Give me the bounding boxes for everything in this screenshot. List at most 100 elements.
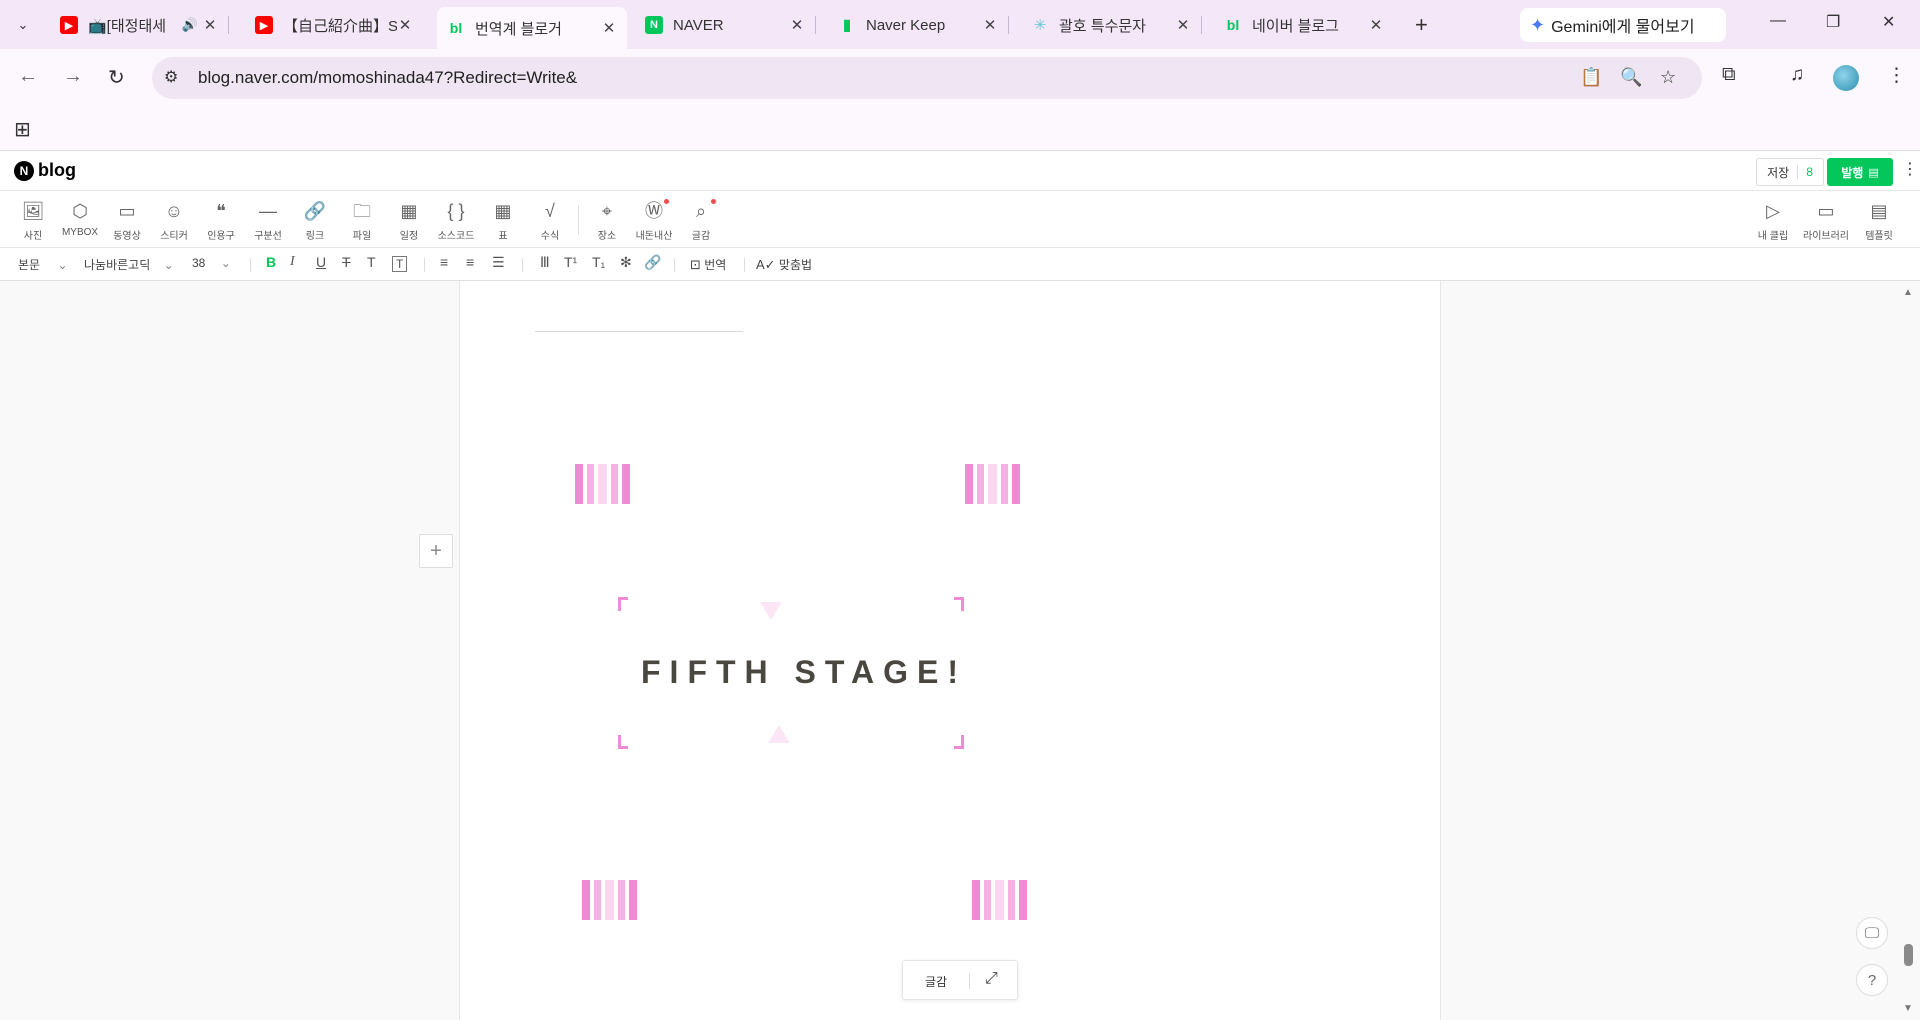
insert-formula-button[interactable]: √ 수식 (525, 199, 575, 242)
youtube-icon: ▶ (255, 16, 273, 34)
stage-title-text[interactable]: FIFTH STAGE! (641, 654, 967, 691)
tab-naver-keep[interactable]: ▮ Naver Keep ✕ (828, 8, 1009, 42)
save-count[interactable]: 8 (1797, 165, 1813, 179)
gemini-button[interactable]: ✦ Gemini에게 물어보기 (1520, 8, 1726, 42)
my-clip-button[interactable]: ▷ 내 클립 (1748, 199, 1798, 242)
zoom-icon[interactable]: 🔍 (1620, 67, 1642, 88)
insert-table-button[interactable]: ▦ 표 (478, 199, 528, 242)
insert-file-button[interactable]: 🗀 파일 (337, 199, 387, 242)
up-triangle-decoration (768, 725, 790, 743)
file-icon: 🗀 (353, 201, 371, 221)
tab-search-chevron-icon[interactable]: ⌄ (10, 12, 36, 38)
translate-button[interactable]: ⊡ 번역 (690, 256, 726, 273)
purchase-icon: Ⓦ (645, 201, 663, 221)
subscript-icon[interactable]: T₁ (592, 254, 605, 270)
insert-photo-button[interactable]: 🖼 사진 (8, 199, 58, 242)
bookmark-star-icon[interactable]: ☆ (1660, 67, 1676, 88)
superscript-icon[interactable]: T¹ (564, 254, 577, 270)
paragraph-style-select[interactable]: 본문 ⌄ (18, 256, 68, 273)
tab-naver-blog[interactable]: bl 네이버 블로그 ✕ (1214, 8, 1394, 42)
reload-icon[interactable]: ↻ (108, 65, 125, 90)
barcode-decoration (582, 880, 641, 920)
address-bar[interactable]: ⚙ blog.naver.com/momoshinada47?Redirect=… (152, 57, 1702, 99)
url-text[interactable]: blog.naver.com/momoshinada47?Redirect=Wr… (198, 68, 577, 88)
insert-mybox-button[interactable]: ⬡ MYBOX (55, 199, 105, 238)
insert-link-button[interactable]: 🔗 링크 (290, 199, 340, 242)
insert-place-button[interactable]: ⌖ 장소 (582, 199, 632, 242)
special-char-icon[interactable]: ✻ (620, 254, 632, 271)
insert-purchase-button[interactable]: Ⓦ 내돈내산 (629, 199, 679, 242)
scrollbar-thumb[interactable] (1904, 944, 1913, 966)
close-window-icon[interactable]: ✕ (1882, 12, 1895, 32)
special-char-icon: ✳ (1033, 17, 1047, 34)
tab-youtube-2[interactable]: ▶ 【自己紹介曲】SI ✕ (245, 8, 423, 42)
insert-divider-button[interactable]: — 구분선 (243, 199, 293, 242)
new-tab-plus-icon[interactable]: + (1415, 12, 1428, 38)
barcode-decoration (575, 464, 634, 504)
down-triangle-decoration (760, 602, 782, 620)
tab-naver-blog-write[interactable]: bl 번역계 블로거 ✕ (437, 7, 627, 49)
strikethrough-icon[interactable]: T (342, 254, 351, 270)
help-question-icon[interactable]: ? (1856, 964, 1888, 996)
font-size-select[interactable]: 38 ⌄ (192, 256, 231, 270)
clipboard-icon[interactable]: 📋 (1580, 67, 1602, 88)
letter-spacing-icon[interactable]: Ⅲ (540, 254, 550, 271)
bold-icon[interactable]: B (266, 254, 276, 270)
forward-arrow-icon[interactable]: → (63, 65, 83, 88)
naver-blog-logo[interactable]: N blog (14, 160, 76, 181)
scroll-up-arrow-icon[interactable]: ▲ (1903, 287, 1913, 298)
apps-grid-icon[interactable]: ⊞ (14, 117, 31, 142)
background-color-icon[interactable]: T (392, 256, 408, 272)
insert-video-button[interactable]: ▭ 동영상 (102, 199, 152, 242)
link-icon[interactable]: 🔗 (644, 254, 661, 271)
font-family-select[interactable]: 나눔바른고딕 ⌄ (84, 256, 174, 273)
more-options-icon[interactable]: ⋮ (1902, 159, 1918, 179)
site-settings-icon[interactable]: ⚙ (164, 67, 178, 87)
tab-close-icon[interactable]: ✕ (202, 16, 218, 34)
pc-preview-monitor-icon[interactable]: 🖵 (1856, 917, 1888, 949)
align-left-icon[interactable]: ≡ (440, 254, 448, 270)
editor-canvas (0, 281, 1920, 1020)
tab-close-icon[interactable]: ✕ (397, 16, 413, 34)
bookmarks-bar: ⊞ (0, 107, 1920, 151)
tab-close-icon[interactable]: ✕ (982, 16, 998, 34)
line-spacing-icon[interactable]: ≡ (466, 254, 474, 270)
media-control-icon[interactable]: ♫ (1790, 64, 1804, 86)
library-icon: ▭ (1817, 201, 1835, 221)
tab-special-chars[interactable]: ✳ 괄호 특수문자 ✕ (1021, 8, 1202, 42)
tab-close-icon[interactable]: ✕ (1175, 16, 1191, 34)
insert-material-button[interactable]: ⌕ 글감 (676, 199, 726, 242)
publish-button[interactable]: 발행 ▤ (1827, 158, 1893, 186)
template-button[interactable]: ▤ 템플릿 (1854, 199, 1904, 242)
naver-icon: N (645, 16, 663, 34)
audio-icon[interactable]: 🔊 (178, 17, 202, 33)
extensions-puzzle-icon[interactable]: ⧉ (1722, 64, 1736, 86)
tab-close-icon[interactable]: ✕ (1368, 16, 1384, 34)
back-arrow-icon[interactable]: ← (18, 65, 38, 88)
chevron-down-icon: ⌄ (220, 256, 231, 270)
tab-close-icon[interactable]: ✕ (601, 19, 617, 37)
save-button[interactable]: 저장 8 (1756, 158, 1824, 186)
list-icon[interactable]: ☰ (492, 254, 505, 271)
tab-naver[interactable]: N NAVER ✕ (635, 8, 816, 42)
font-color-icon[interactable]: T (367, 254, 376, 270)
underline-icon[interactable]: U (316, 254, 326, 270)
browser-menu-icon[interactable]: ⋮ (1887, 64, 1906, 87)
tab-youtube-1[interactable]: ▶ 📺[태정태세 🔊 ✕ (50, 8, 229, 42)
minimize-icon[interactable]: — (1770, 12, 1786, 30)
expand-icon[interactable]: ⤢ (985, 970, 998, 988)
profile-avatar[interactable] (1833, 65, 1859, 91)
tab-close-icon[interactable]: ✕ (789, 16, 805, 34)
spellcheck-button[interactable]: A✓ 맞춤법 (756, 256, 812, 273)
insert-quote-button[interactable]: ❝ 인용구 (196, 199, 246, 242)
material-button[interactable]: 글감 (925, 973, 947, 990)
library-button[interactable]: ▭ 라이브러리 (1801, 199, 1851, 242)
insert-calendar-button[interactable]: ▦ 일정 (384, 199, 434, 242)
barcode-decoration (972, 880, 1031, 920)
add-component-plus-button[interactable]: + (419, 534, 453, 568)
insert-sticker-button[interactable]: ☺ 스티커 (149, 199, 199, 242)
scroll-down-arrow-icon[interactable]: ▼ (1903, 1003, 1913, 1014)
insert-source-code-button[interactable]: { } 소스코드 (431, 199, 481, 242)
italic-icon[interactable]: I (290, 254, 295, 270)
restore-icon[interactable]: ❐ (1826, 12, 1840, 32)
